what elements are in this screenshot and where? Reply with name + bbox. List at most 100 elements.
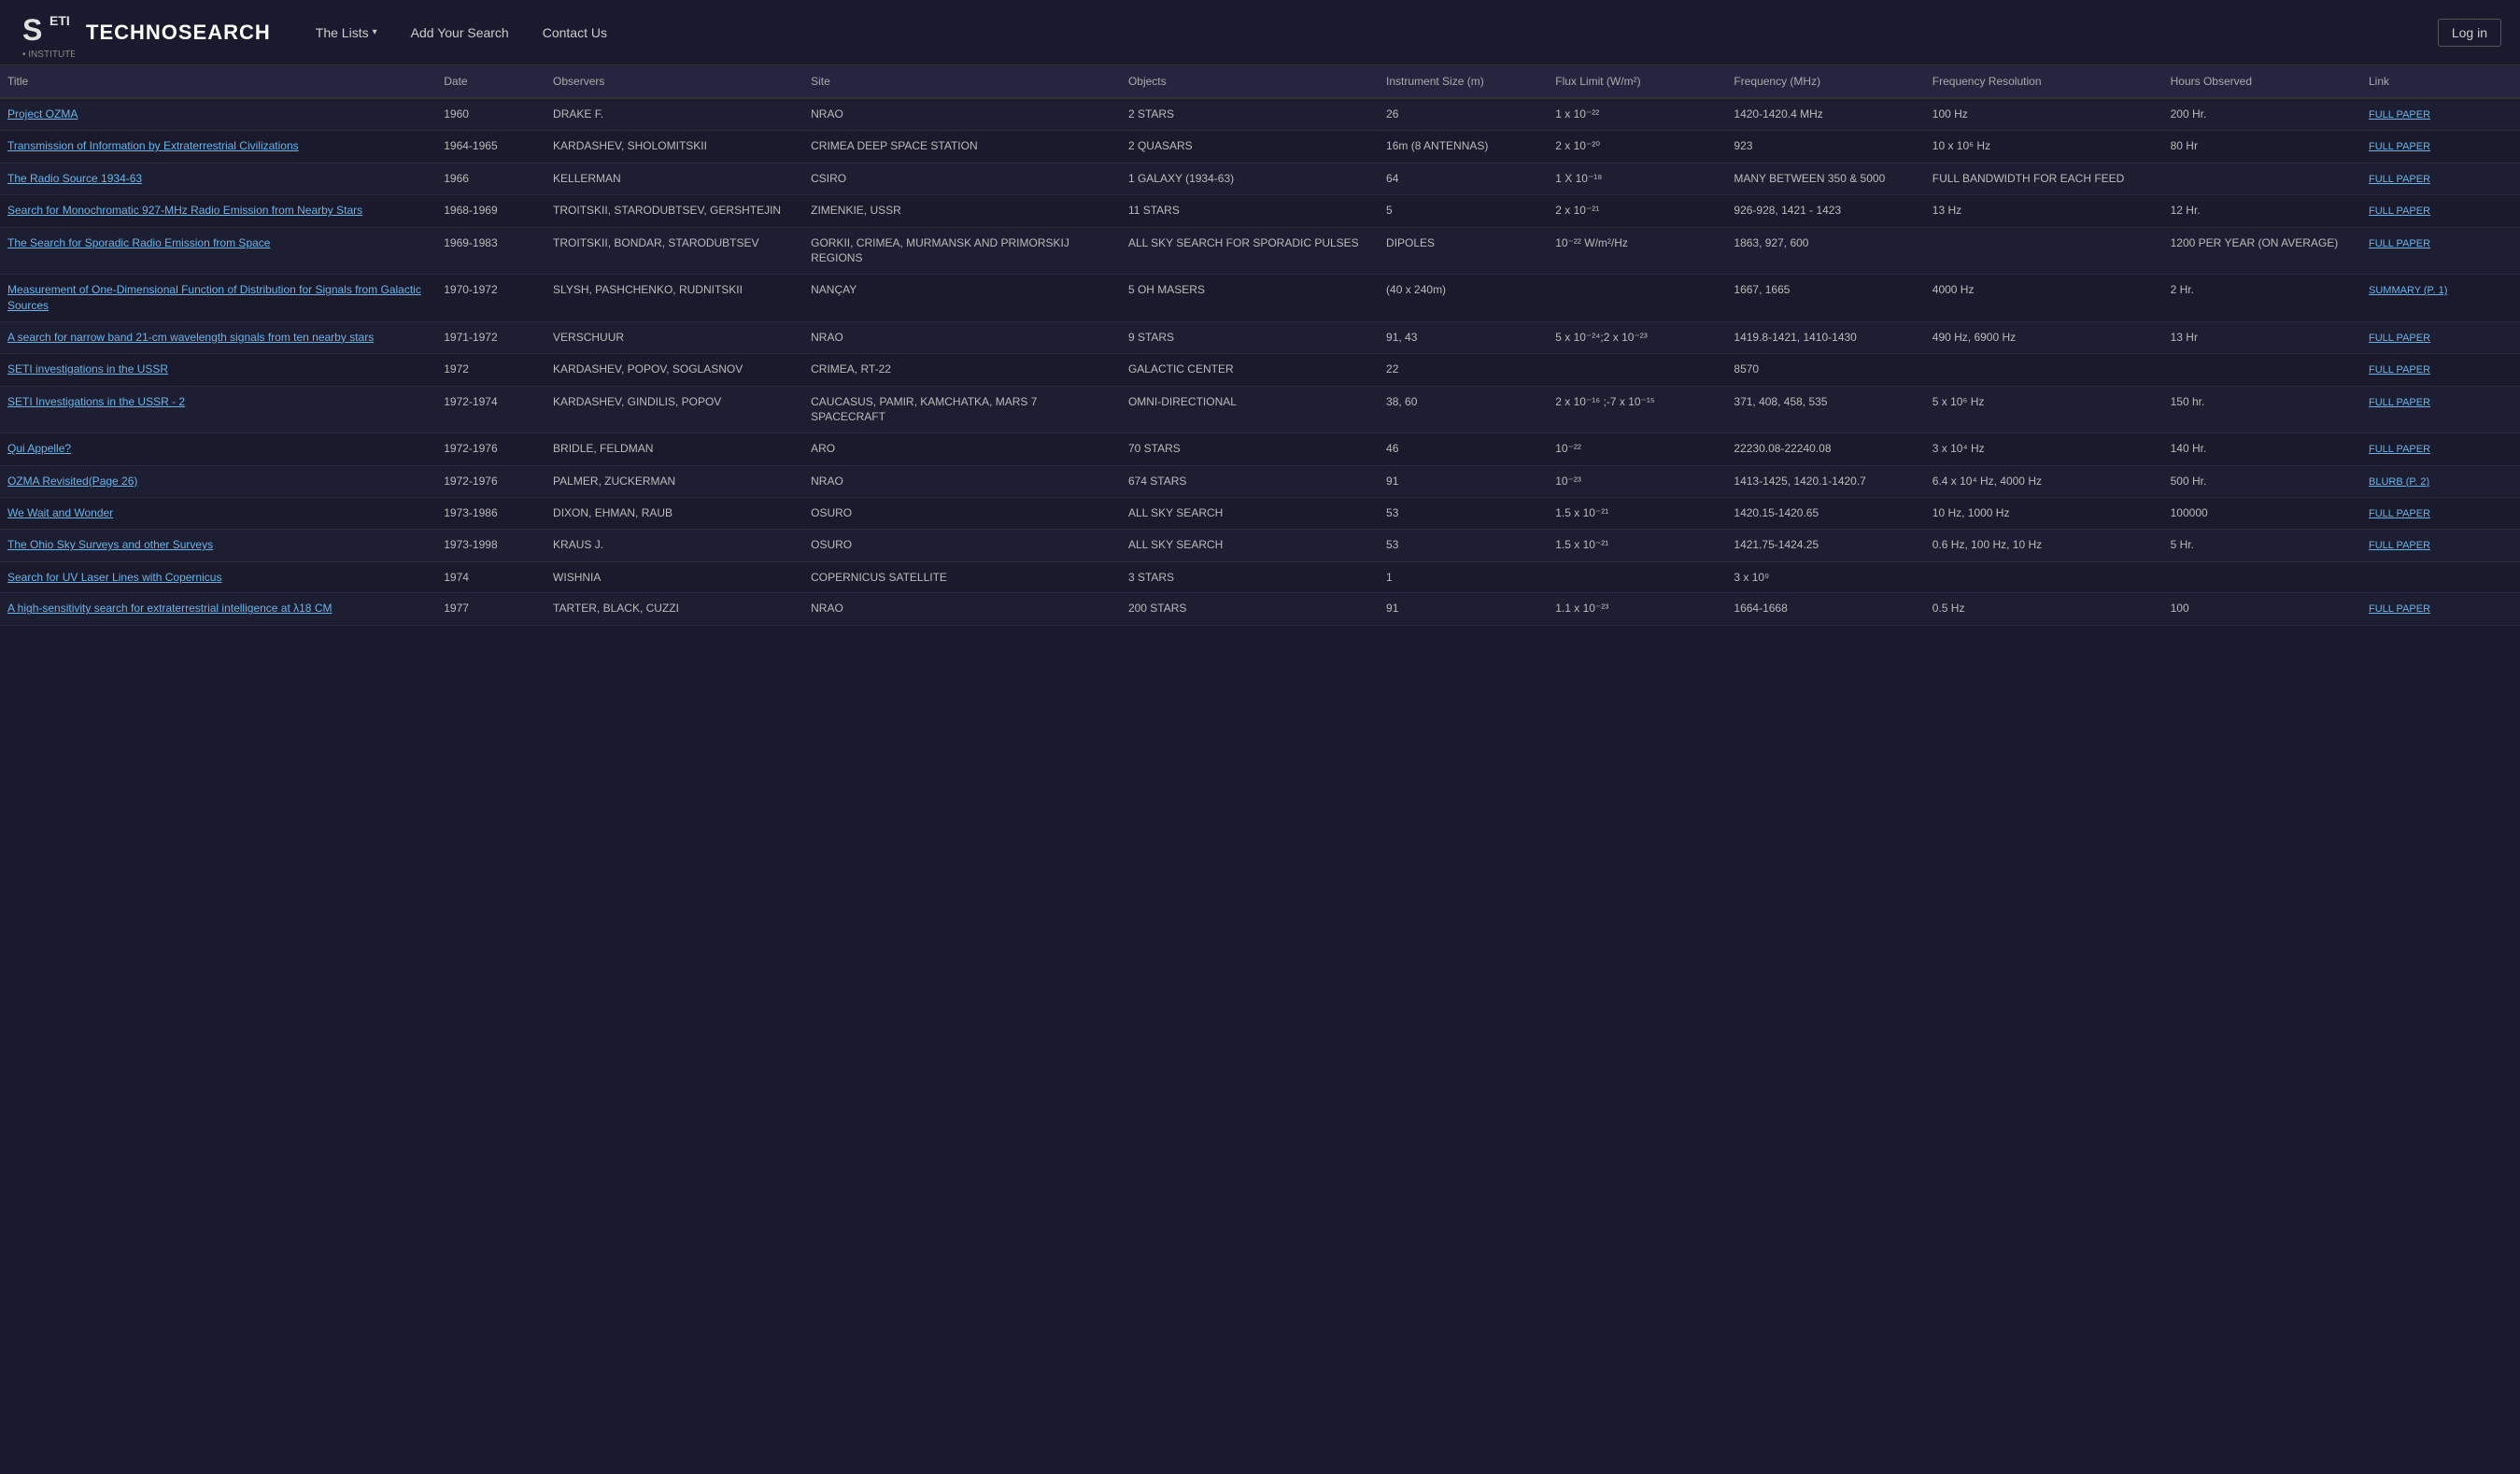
cell-link: FULL PAPER (2361, 497, 2520, 529)
paper-link[interactable]: FULL PAPER (2369, 508, 2430, 519)
title-link[interactable]: Search for Monochromatic 927-MHz Radio E… (7, 204, 362, 217)
cell-instrument: 53 (1379, 530, 1548, 561)
cell-title: A high-sensitivity search for extraterre… (0, 593, 436, 625)
brand-link[interactable]: S ETI • INSTITUTE TECHNOSEARCH (19, 5, 271, 61)
cell-observers: TROITSKII, STARODUBTSEV, GERSHTEJIN (545, 195, 803, 227)
cell-flux (1548, 275, 1726, 322)
paper-link[interactable]: BLURB (P. 2) (2369, 476, 2429, 488)
cell-freq: 1863, 927, 600 (1726, 227, 1924, 275)
table-header: Title Date Observers Site Objects Instru… (0, 65, 2520, 98)
nav-add-search[interactable]: Add Your Search (394, 16, 526, 50)
cell-freq: 1420.15-1420.65 (1726, 497, 1924, 529)
col-header-link: Link (2361, 65, 2520, 98)
title-link[interactable]: SETI Investigations in the USSR - 2 (7, 395, 185, 408)
title-link[interactable]: OZMA Revisited(Page 26) (7, 475, 137, 488)
paper-link[interactable]: FULL PAPER (2369, 174, 2430, 185)
cell-freqres: FULL BANDWIDTH FOR EACH FEED (1925, 163, 2163, 194)
svg-text:• INSTITUTE: • INSTITUTE (22, 50, 75, 60)
table-row: The Radio Source 1934-63 1966 KELLERMAN … (0, 163, 2520, 194)
title-link[interactable]: We Wait and Wonder (7, 506, 113, 519)
paper-link[interactable]: FULL PAPER (2369, 540, 2430, 551)
title-link[interactable]: The Ohio Sky Surveys and other Surveys (7, 538, 213, 551)
cell-flux: 5 x 10⁻²⁴;2 x 10⁻²³ (1548, 321, 1726, 353)
title-link[interactable]: Transmission of Information by Extraterr… (7, 139, 299, 152)
cell-title: Search for UV Laser Lines with Copernicu… (0, 561, 436, 593)
cell-site: ARO (803, 433, 1121, 465)
table-row: Project OZMA 1960 DRAKE F. NRAO 2 STARS … (0, 98, 2520, 131)
title-link[interactable]: Project OZMA (7, 107, 78, 120)
title-link[interactable]: Qui Appelle? (7, 442, 71, 455)
cell-freqres: 13 Hz (1925, 195, 2163, 227)
cell-observers: DRAKE F. (545, 98, 803, 131)
table-row: OZMA Revisited(Page 26) 1972-1976 PALMER… (0, 465, 2520, 497)
paper-link[interactable]: FULL PAPER (2369, 444, 2430, 455)
cell-date: 1968-1969 (436, 195, 545, 227)
cell-date: 1972 (436, 354, 545, 386)
cell-hours: 12 Hr. (2163, 195, 2361, 227)
cell-freqres: 0.5 Hz (1925, 593, 2163, 625)
title-link[interactable]: A high-sensitivity search for extraterre… (7, 602, 332, 615)
cell-hours: 2 Hr. (2163, 275, 2361, 322)
col-header-hours: Hours Observed (2163, 65, 2361, 98)
cell-hours: 200 Hr. (2163, 98, 2361, 131)
cell-observers: VERSCHUUR (545, 321, 803, 353)
cell-site: CRIMEA DEEP SPACE STATION (803, 131, 1121, 163)
cell-objects: 3 STARS (1121, 561, 1379, 593)
cell-title: Measurement of One-Dimensional Function … (0, 275, 436, 322)
cell-freqres (1925, 227, 2163, 275)
nav-lists[interactable]: The Lists ▾ (299, 16, 394, 50)
cell-objects: 2 STARS (1121, 98, 1379, 131)
cell-date: 1972-1976 (436, 465, 545, 497)
paper-link[interactable]: SUMMARY (P. 1) (2369, 285, 2447, 296)
title-link[interactable]: The Radio Source 1934-63 (7, 172, 142, 185)
paper-link[interactable]: FULL PAPER (2369, 364, 2430, 376)
paper-link[interactable]: FULL PAPER (2369, 206, 2430, 217)
cell-hours: 13 Hr (2163, 321, 2361, 353)
paper-link[interactable]: FULL PAPER (2369, 397, 2430, 408)
paper-link[interactable]: FULL PAPER (2369, 603, 2430, 615)
cell-title: The Radio Source 1934-63 (0, 163, 436, 194)
cell-observers: KARDASHEV, SHOLOMITSKII (545, 131, 803, 163)
cell-link: FULL PAPER (2361, 530, 2520, 561)
title-link[interactable]: The Search for Sporadic Radio Emission f… (7, 236, 270, 249)
cell-title: OZMA Revisited(Page 26) (0, 465, 436, 497)
paper-link[interactable]: FULL PAPER (2369, 333, 2430, 344)
cell-date: 1973-1998 (436, 530, 545, 561)
cell-instrument: 91 (1379, 465, 1548, 497)
cell-flux: 2 x 10⁻²⁰ (1548, 131, 1726, 163)
title-link[interactable]: SETI investigations in the USSR (7, 362, 168, 376)
title-link[interactable]: Measurement of One-Dimensional Function … (7, 283, 421, 312)
cell-objects: OMNI-DIRECTIONAL (1121, 386, 1379, 433)
paper-link[interactable]: FULL PAPER (2369, 238, 2430, 249)
cell-freq: 1413-1425, 1420.1-1420.7 (1726, 465, 1924, 497)
cell-link: FULL PAPER (2361, 227, 2520, 275)
cell-link: FULL PAPER (2361, 321, 2520, 353)
table-row: SETI investigations in the USSR 1972 KAR… (0, 354, 2520, 386)
paper-link[interactable]: FULL PAPER (2369, 109, 2430, 120)
cell-freqres: 4000 Hz (1925, 275, 2163, 322)
cell-freqres: 10 Hz, 1000 Hz (1925, 497, 2163, 529)
svg-text:S: S (22, 13, 42, 47)
cell-instrument: 26 (1379, 98, 1548, 131)
table-body: Project OZMA 1960 DRAKE F. NRAO 2 STARS … (0, 98, 2520, 625)
cell-link: FULL PAPER (2361, 354, 2520, 386)
cell-instrument: 5 (1379, 195, 1548, 227)
cell-objects: 11 STARS (1121, 195, 1379, 227)
cell-freq: 1421.75-1424.25 (1726, 530, 1924, 561)
dropdown-arrow-icon: ▾ (373, 27, 377, 37)
cell-instrument: 22 (1379, 354, 1548, 386)
title-link[interactable]: Search for UV Laser Lines with Copernicu… (7, 571, 221, 584)
cell-title: A search for narrow band 21-cm wavelengt… (0, 321, 436, 353)
login-button[interactable]: Log in (2438, 19, 2501, 47)
paper-link[interactable]: FULL PAPER (2369, 141, 2430, 152)
cell-hours (2163, 163, 2361, 194)
cell-date: 1969-1983 (436, 227, 545, 275)
cell-objects: 5 OH MASERS (1121, 275, 1379, 322)
cell-site: CSIRO (803, 163, 1121, 194)
nav-contact[interactable]: Contact Us (526, 16, 624, 50)
cell-title: SETI Investigations in the USSR - 2 (0, 386, 436, 433)
col-header-observers: Observers (545, 65, 803, 98)
cell-link: FULL PAPER (2361, 593, 2520, 625)
table-row: The Ohio Sky Surveys and other Surveys 1… (0, 530, 2520, 561)
title-link[interactable]: A search for narrow band 21-cm wavelengt… (7, 331, 374, 344)
